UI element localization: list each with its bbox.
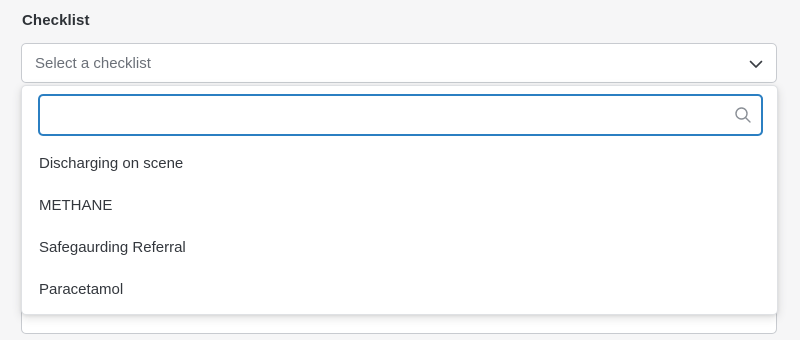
checklist-dropdown: Discharging on scene METHANE Safegaurdin…	[21, 85, 778, 315]
option-safegaurding-referral[interactable]: Safegaurding Referral	[22, 227, 777, 269]
option-discharging-on-scene[interactable]: Discharging on scene	[22, 143, 777, 185]
select-placeholder: Select a checklist	[35, 55, 151, 72]
option-methane[interactable]: METHANE	[22, 185, 777, 227]
dropdown-options: Discharging on scene METHANE Safegaurdin…	[22, 143, 777, 311]
dropdown-search-field[interactable]	[38, 94, 763, 136]
dropdown-search-input[interactable]	[50, 96, 724, 136]
checklist-select[interactable]: Select a checklist	[21, 43, 777, 83]
search-icon	[735, 107, 751, 123]
chevron-down-icon	[749, 60, 763, 68]
option-paracetamol[interactable]: Paracetamol	[22, 269, 777, 311]
checklist-label: Checklist	[22, 12, 90, 29]
